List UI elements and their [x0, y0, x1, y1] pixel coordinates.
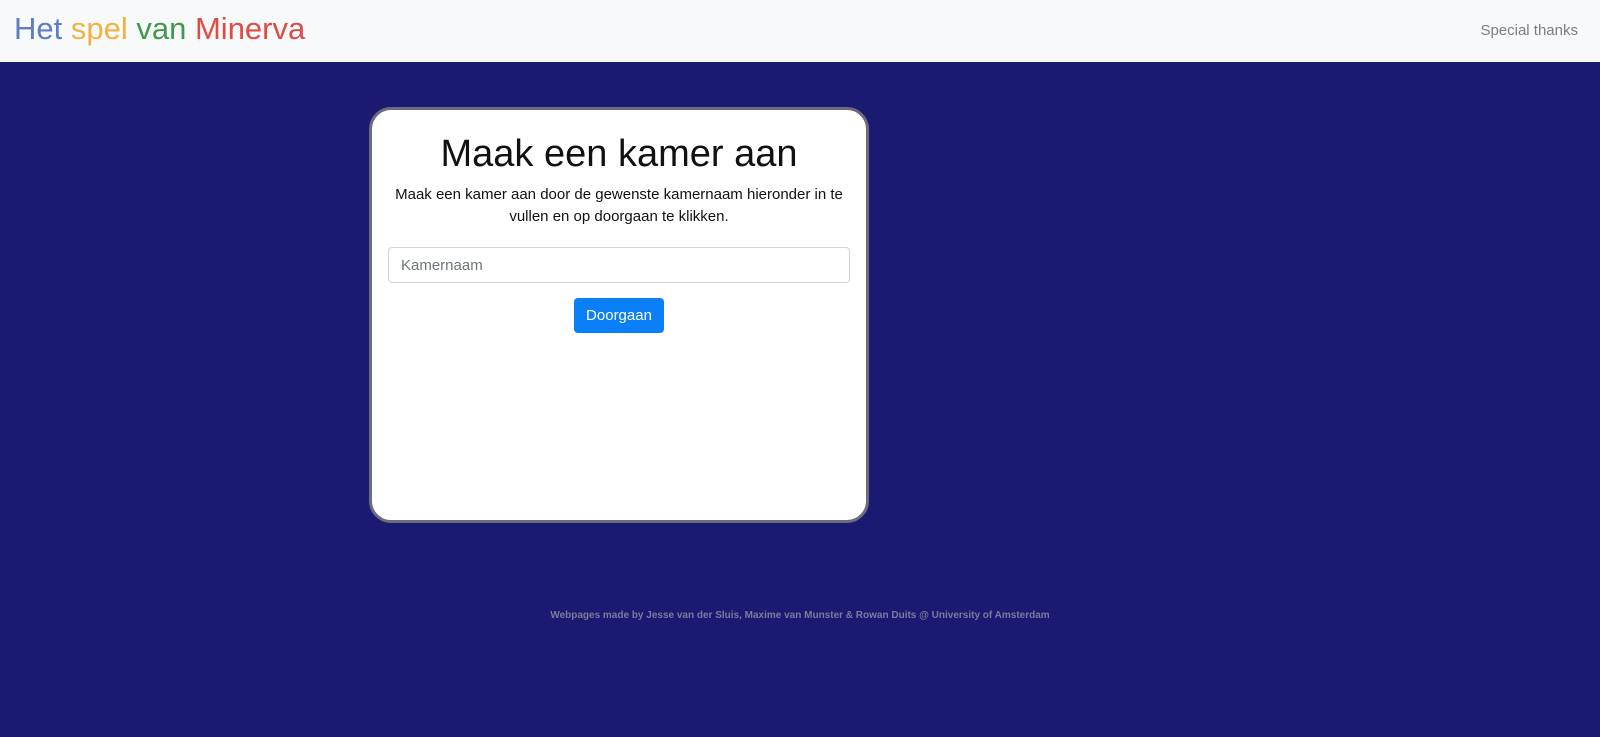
continue-button[interactable]: Doorgaan — [574, 298, 664, 333]
brand-word-van: van — [136, 11, 187, 46]
footer-credits: Webpages made by Jesse van der Sluis, Ma… — [550, 610, 1050, 621]
brand-word-het: Het — [14, 11, 63, 46]
special-thanks-link[interactable]: Special thanks — [1480, 21, 1578, 41]
brand-word-minerva: Minerva — [194, 11, 306, 46]
top-navbar: Het spel van Minerva Special thanks — [0, 0, 1600, 62]
brand-logo-link[interactable]: Het spel van Minerva — [14, 10, 305, 48]
room-name-input[interactable] — [388, 247, 850, 283]
create-room-card: Maak een kamer aan Maak een kamer aan do… — [369, 107, 869, 523]
card-title: Maak een kamer aan — [440, 133, 798, 175]
brand-word-spel: spel — [70, 11, 128, 46]
card-instructions: Maak een kamer aan door de gewenste kame… — [395, 186, 843, 225]
